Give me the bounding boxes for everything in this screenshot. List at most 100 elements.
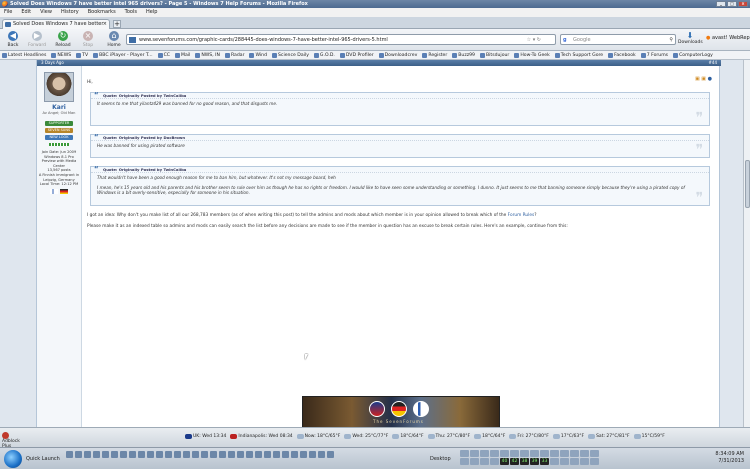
tray-icon[interactable] — [470, 458, 479, 465]
menu-help[interactable]: Help — [146, 8, 157, 17]
tray-icon[interactable] — [480, 458, 489, 465]
temperature-monitor[interactable]: 40 — [500, 458, 509, 465]
post-number[interactable]: #44 — [709, 60, 717, 66]
url-bar[interactable]: www.sevenforums.com/graphic-cards/288445… — [126, 34, 556, 45]
weather-day[interactable]: Fri: 27°C/80°F — [509, 434, 549, 439]
bookmark-item[interactable]: CC — [157, 51, 170, 59]
minimize-button[interactable]: _ — [716, 1, 726, 7]
tray-icon[interactable] — [530, 450, 539, 457]
app-icon[interactable] — [120, 451, 127, 458]
bookmark-item[interactable]: Downloadcrev — [378, 51, 417, 59]
system-clock[interactable]: 8:34:09 AM 7/31/2013 — [715, 451, 744, 465]
tray-icon[interactable] — [580, 450, 589, 457]
tray-icon[interactable] — [490, 458, 499, 465]
tray-icon[interactable] — [580, 458, 589, 465]
weather-now[interactable]: Now: 18°C/65°F — [296, 434, 340, 439]
bookmark-item[interactable]: DVD Profiler — [339, 51, 374, 59]
menu-bookmarks[interactable]: Bookmarks — [88, 8, 116, 17]
bookmark-item[interactable]: Buzz99 — [452, 51, 475, 59]
bookmark-item[interactable]: TV — [76, 51, 88, 59]
maximize-button[interactable]: □ — [727, 1, 737, 7]
app-icon[interactable] — [219, 451, 226, 458]
app-icon[interactable] — [138, 451, 145, 458]
app-icon[interactable] — [291, 451, 298, 458]
tab-close-icon[interactable]: × — [103, 20, 107, 29]
home-button[interactable]: ⌂ Home — [103, 31, 125, 48]
app-icon[interactable] — [255, 451, 262, 458]
start-button[interactable] — [4, 450, 22, 468]
app-icon[interactable] — [201, 451, 208, 458]
weather-night[interactable]: 17°C/63°F — [552, 434, 584, 439]
app-icon[interactable] — [309, 451, 316, 458]
forward-button[interactable]: ▶ Forward — [26, 31, 48, 48]
username[interactable]: Kari — [37, 104, 81, 111]
app-icon[interactable] — [75, 451, 82, 458]
bookmark-item[interactable]: BBC iPlayer - Player T... — [93, 51, 153, 59]
avast-webrep-button[interactable]: ● avast! WebRep — [706, 35, 750, 41]
vertical-scrollbar[interactable] — [743, 60, 750, 427]
tray-icon[interactable] — [490, 450, 499, 457]
bookmark-item[interactable]: Latest Headlines — [2, 51, 46, 59]
tray-icon[interactable] — [590, 458, 599, 465]
tray-icon[interactable] — [540, 450, 549, 457]
network-icon[interactable] — [560, 458, 569, 465]
app-icon[interactable] — [147, 451, 154, 458]
weather-night[interactable]: 18°C/64°F — [392, 434, 424, 439]
bookmark-item[interactable]: 7 Forums — [640, 51, 668, 59]
weather-night[interactable]: 15°C/59°F — [633, 434, 665, 439]
tray-icon[interactable] — [460, 450, 469, 457]
app-icon[interactable] — [174, 451, 181, 458]
clock-indianapolis[interactable]: Indianapolis: Wed 08:34 — [230, 434, 293, 439]
tray-icon[interactable] — [500, 450, 509, 457]
temperature-monitor[interactable]: 42 — [510, 458, 519, 465]
tray-icon[interactable] — [570, 450, 579, 457]
bookmark-item[interactable]: Tech Support Gore — [554, 51, 603, 59]
bookmark-item[interactable]: NWS, IN — [195, 51, 220, 59]
app-icon[interactable] — [102, 451, 109, 458]
search-icon[interactable]: ⚲ — [669, 35, 673, 45]
bookmark-item[interactable]: Mail — [174, 51, 190, 59]
tray-icon[interactable] — [520, 450, 529, 457]
weather-night[interactable]: 18°C/64°F — [474, 434, 505, 439]
reload-button[interactable]: ↻ Reload — [52, 31, 74, 48]
quick-launch-label[interactable]: Quick Launch — [26, 456, 60, 462]
app-icon[interactable] — [165, 451, 172, 458]
temperature-monitor[interactable]: 38 — [520, 458, 529, 465]
menu-view[interactable]: View — [40, 8, 52, 17]
app-icon[interactable] — [228, 451, 235, 458]
clock-uk[interactable]: UK: Wed 13:34 — [185, 434, 226, 439]
stop-button[interactable]: × Stop — [77, 31, 99, 48]
weather-day[interactable]: Wed: 25°C/77°F — [344, 434, 388, 439]
bookmark-item[interactable]: NEWS — [51, 51, 71, 59]
weather-day[interactable]: Sat: 27°C/81°F — [588, 434, 630, 439]
new-tab-button[interactable]: + — [113, 20, 121, 28]
app-icon[interactable] — [264, 451, 271, 458]
menu-file[interactable]: File — [4, 8, 12, 17]
bookmark-item[interactable]: How-To Geek — [514, 51, 550, 59]
app-icon[interactable] — [84, 451, 91, 458]
bookmark-item[interactable]: Register — [422, 51, 447, 59]
bookmark-star-icon[interactable]: ☆ ▾ ↻ — [527, 35, 541, 45]
app-icon[interactable] — [282, 451, 289, 458]
desktop-toolbar[interactable]: Desktop — [430, 456, 451, 462]
bookmark-item[interactable]: G.O.D. — [313, 51, 335, 59]
temperature-monitor[interactable]: 33 — [540, 458, 549, 465]
app-icon[interactable] — [156, 451, 163, 458]
app-icon[interactable] — [300, 451, 307, 458]
tray-icon[interactable] — [480, 450, 489, 457]
tray-icon[interactable] — [560, 450, 569, 457]
menu-tools[interactable]: Tools — [125, 8, 137, 17]
app-icon[interactable] — [183, 451, 190, 458]
app-icon[interactable] — [318, 451, 325, 458]
search-box[interactable]: g Google ⚲ — [560, 34, 676, 45]
flag-icon[interactable] — [570, 458, 579, 465]
bookmark-item[interactable]: Science Daily — [272, 51, 309, 59]
bookmark-item[interactable]: Radar — [224, 51, 244, 59]
bookmark-item[interactable]: ComputerLogy — [673, 51, 713, 59]
tray-icon[interactable] — [460, 458, 469, 465]
scrollbar-thumb[interactable] — [745, 160, 750, 208]
tray-icon[interactable] — [550, 450, 559, 457]
app-icon[interactable] — [246, 451, 253, 458]
app-icon[interactable] — [129, 451, 136, 458]
app-icon[interactable] — [93, 451, 100, 458]
